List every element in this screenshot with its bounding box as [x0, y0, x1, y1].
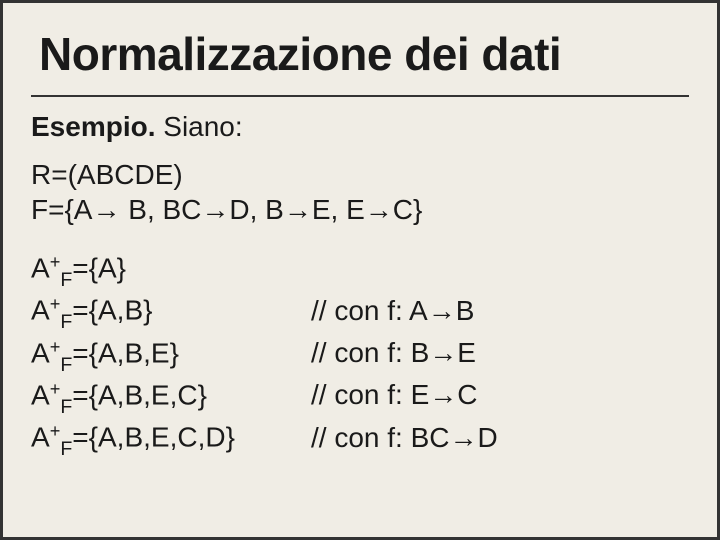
example-label-bold: Esempio.	[31, 111, 155, 142]
closure-row: A+F={A,B,E} // con f: B→E	[31, 334, 689, 376]
closure-row: A+F={A,B} // con f: A→B	[31, 291, 689, 333]
closure-note: // con f: BC→D	[311, 419, 498, 457]
closure-lhs: A+F={A,B,E,C}	[31, 376, 311, 418]
closure-note: // con f: A→B	[311, 292, 474, 330]
title-divider	[31, 95, 689, 97]
def-line-1: R=(ABCDE)	[31, 157, 689, 192]
closure-row: A+F={A,B,E,C} // con f: E→C	[31, 376, 689, 418]
closure-row: A+F={A}	[31, 249, 689, 291]
example-label: Esempio. Siano:	[31, 111, 689, 143]
closure-row: A+F={A,B,E,C,D} // con f: BC→D	[31, 418, 689, 460]
slide: Normalizzazione dei dati Esempio. Siano:…	[0, 0, 720, 540]
example-label-rest: Siano:	[155, 111, 242, 142]
definitions: R=(ABCDE) F={A→ B, BC→D, B→E, E→C}	[31, 157, 689, 227]
closure-note: // con f: E→C	[311, 376, 478, 414]
closure-lhs: A+F={A}	[31, 249, 311, 291]
closure-lhs: A+F={A,B,E}	[31, 334, 311, 376]
page-title: Normalizzazione dei dati	[39, 27, 689, 81]
closure-note: // con f: B→E	[311, 334, 476, 372]
closure-lhs: A+F={A,B}	[31, 291, 311, 333]
closure-lhs: A+F={A,B,E,C,D}	[31, 418, 311, 460]
def-line-2: F={A→ B, BC→D, B→E, E→C}	[31, 192, 689, 227]
closure-steps: A+F={A} A+F={A,B} // con f: A→B A+F={A,B…	[31, 249, 689, 461]
